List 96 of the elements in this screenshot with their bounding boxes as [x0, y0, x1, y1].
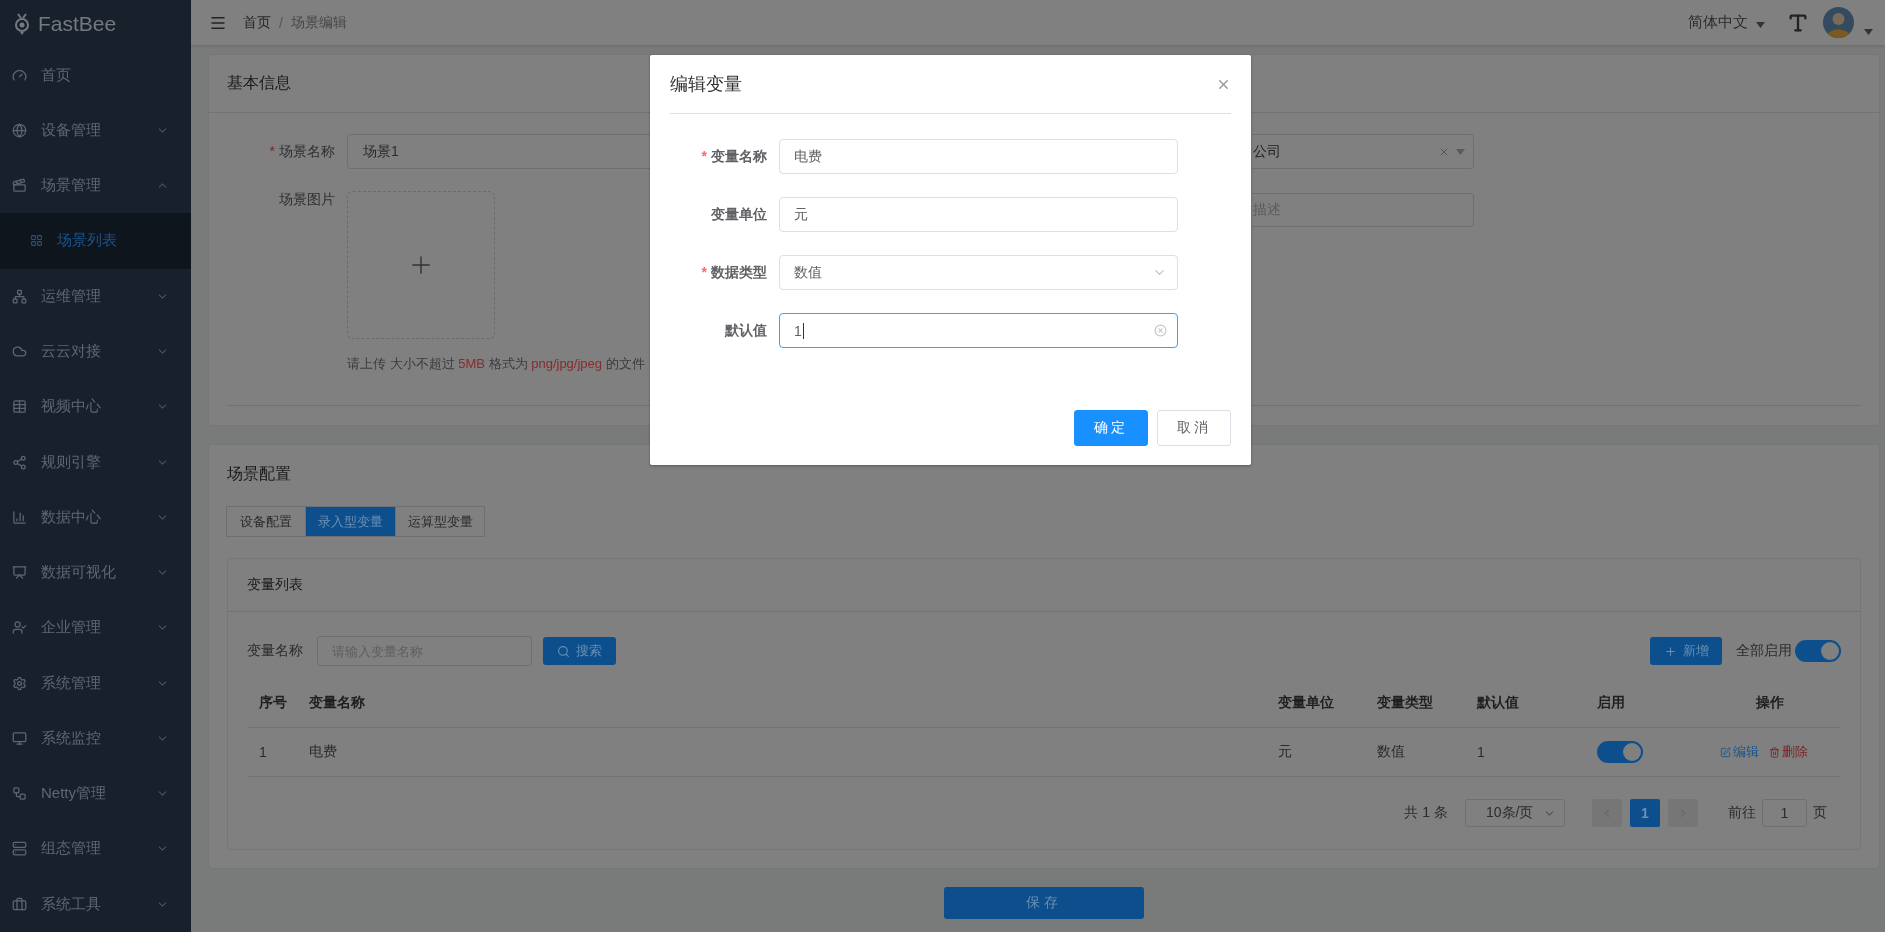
settings-icon — [12, 675, 27, 691]
sidebar-item[interactable]: 视频中心 — [0, 379, 191, 435]
sidebar-item[interactable]: 系统管理 — [0, 655, 191, 711]
goto-page-field[interactable]: 1 — [1762, 799, 1807, 827]
server-icon — [12, 841, 27, 857]
tab[interactable]: 运算型变量 — [395, 506, 485, 537]
field-label: * 数据类型 — [700, 263, 768, 282]
nodes-icon — [12, 786, 27, 802]
sidebar-item[interactable]: 设备管理 — [0, 102, 191, 158]
caret-icon — [1456, 148, 1465, 155]
goto-label: 前往 — [1728, 804, 1756, 822]
sidebar-item[interactable]: 规则引擎 — [0, 434, 191, 490]
sidebar-item[interactable]: 运维管理 — [0, 268, 191, 324]
enable-switch[interactable] — [1597, 741, 1643, 763]
breadcrumb-separator: / — [279, 14, 283, 31]
sidebar-item[interactable]: 数据中心 — [0, 489, 191, 545]
upload-hint: 请上传 大小不超过 5MB 格式为 png/jpg/jpeg 的文件 — [346, 355, 646, 373]
briefcase-icon — [12, 896, 27, 912]
input-field[interactable]: 元 — [779, 197, 1178, 232]
input-field[interactable]: 1 — [779, 313, 1178, 348]
sidebar-item[interactable]: 首页 — [0, 47, 191, 103]
cancel-button[interactable]: 取消 — [1157, 410, 1231, 446]
trash-icon — [1768, 746, 1780, 758]
nodes-icon — [12, 454, 27, 470]
clapperboard-icon — [12, 178, 27, 194]
avatar[interactable] — [1823, 7, 1854, 38]
sidebar-item[interactable]: 系统监控 — [0, 710, 191, 767]
dialog-title: 编辑变量 — [670, 73, 742, 96]
search-button[interactable]: 搜索 — [543, 637, 616, 665]
logo-icon — [14, 12, 30, 35]
grid-icon — [12, 399, 27, 415]
goto-suffix: 页 — [1813, 804, 1827, 822]
tab[interactable]: 设备配置 — [226, 506, 306, 537]
plus-icon — [1663, 644, 1677, 658]
panel-title: 变量列表 — [247, 576, 303, 594]
breadcrumb-item[interactable]: 首页 — [243, 13, 271, 32]
column-header: 变量名称 — [308, 694, 366, 712]
field-label: * 变量名称 — [700, 147, 768, 166]
app-logo: FastBee — [38, 11, 117, 36]
card-title: 场景配置 — [227, 463, 291, 484]
language-select[interactable]: 简体中文 — [1688, 13, 1748, 32]
field-label: 默认值 — [723, 321, 768, 340]
sidebar-subitem[interactable]: 场景列表 — [0, 213, 191, 269]
globe-icon — [12, 122, 27, 138]
edit-link[interactable]: 编辑 — [1719, 743, 1759, 761]
sidebar-item[interactable]: 企业管理 — [0, 600, 191, 656]
page-size-select[interactable]: 10条/页 — [1465, 799, 1565, 827]
field-label: 变量单位 — [710, 205, 768, 224]
table-cell-text: 元 — [1277, 743, 1293, 761]
sidebar-item[interactable]: 组态管理 — [0, 821, 191, 877]
card-title: 基本信息 — [227, 73, 291, 93]
sidebar-item[interactable]: 场景管理 — [0, 157, 191, 214]
column-header: 启用 — [1596, 694, 1626, 712]
input-field[interactable]: 场景1 — [347, 134, 651, 169]
field-label: * 场景名称 — [268, 142, 336, 161]
edit-icon — [1719, 746, 1731, 758]
input-field[interactable]: 电费 — [779, 139, 1178, 174]
table-cell-text: 1 — [258, 744, 268, 760]
cloud-icon — [12, 343, 27, 359]
select-field[interactable]: 数值 — [779, 255, 1178, 290]
clear-icon[interactable] — [1154, 324, 1167, 337]
confirm-button[interactable]: 确定 — [1074, 410, 1148, 446]
upload-area[interactable] — [347, 191, 495, 339]
total-count: 共 1 条 — [1404, 804, 1448, 822]
page-button[interactable]: 1 — [1630, 799, 1660, 827]
hierarchy-icon — [12, 288, 27, 304]
sidebar-item[interactable]: 系统工具 — [0, 876, 191, 932]
screen-icon — [12, 565, 27, 581]
select-field[interactable]: 公司 — [1252, 134, 1474, 169]
sidebar-item[interactable]: 数据可视化 — [0, 544, 191, 601]
table-cell-text: 1 — [1476, 744, 1486, 760]
sidebar-item[interactable]: 云云对接 — [0, 323, 191, 380]
save-button[interactable]: 保存 — [944, 887, 1144, 919]
column-header: 操作 — [1754, 694, 1785, 712]
sidebar-item[interactable]: Netty管理 — [0, 766, 191, 822]
delete-link[interactable]: 删除 — [1768, 743, 1808, 761]
gauge-icon — [12, 67, 27, 83]
table-cell-text: 数值 — [1376, 743, 1406, 761]
bar-chart-icon — [12, 509, 27, 525]
add-button[interactable]: 新增 — [1650, 637, 1722, 665]
caret-icon — [1756, 22, 1765, 28]
table-cell-text: 电费 — [308, 743, 338, 761]
enable-all-label: 全部启用 — [1736, 642, 1792, 660]
field-label: 场景图片 — [278, 191, 336, 209]
column-header: 默认值 — [1475, 694, 1520, 712]
column-header: 变量单位 — [1277, 694, 1335, 712]
search-label: 变量名称 — [247, 642, 303, 660]
enable-all-switch[interactable] — [1795, 640, 1841, 662]
search-icon — [557, 644, 570, 658]
user-check-icon — [12, 620, 27, 636]
column-header: 变量类型 — [1376, 694, 1434, 712]
grid-icon — [30, 234, 43, 248]
column-header: 序号 — [258, 694, 288, 712]
tab[interactable]: 录入型变量 — [305, 506, 396, 537]
monitor-icon — [12, 730, 27, 746]
caret-icon — [1864, 29, 1873, 35]
